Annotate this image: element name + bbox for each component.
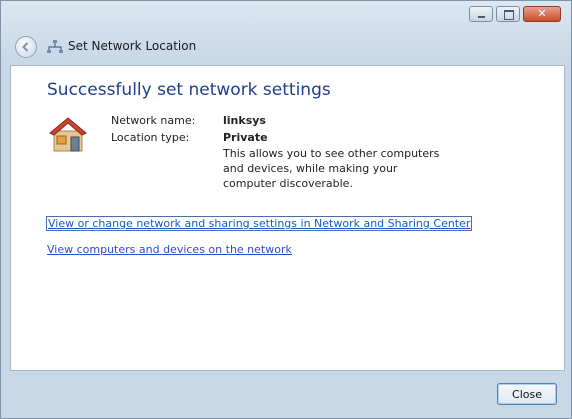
location-type-row: Location type: Private <box>111 129 443 146</box>
title-bar[interactable]: ✕ Set Network Location <box>1 1 571 65</box>
caption-buttons: ✕ <box>469 6 561 22</box>
home-network-icon <box>49 117 87 152</box>
dialog-window: ✕ Set Network Location Successfully set … <box>0 0 572 419</box>
location-type-label: Location type: <box>111 131 190 144</box>
location-description: This allows you to see other computers a… <box>223 147 440 190</box>
back-arrow-icon <box>22 42 29 52</box>
minimize-icon <box>470 7 492 21</box>
back-button[interactable] <box>15 36 37 58</box>
close-icon: ✕ <box>537 7 547 20</box>
sharing-center-link[interactable]: View or change network and sharing setti… <box>45 216 473 231</box>
network-name-label: Network name: <box>111 114 196 127</box>
network-name-value: linksys <box>223 114 266 127</box>
window-title: Set Network Location <box>68 39 197 53</box>
content-panel: Successfully set network settings Networ… <box>10 65 565 371</box>
maximize-button[interactable] <box>496 6 520 22</box>
location-type-value: Private <box>223 131 268 144</box>
minimize-button[interactable] <box>469 6 493 22</box>
network-name-row: Network name: linksys <box>111 112 443 129</box>
network-info: Network name: linksys Location type: Pri… <box>111 112 443 191</box>
close-button[interactable]: Close <box>497 383 557 405</box>
maximize-icon <box>497 7 519 21</box>
view-computers-link[interactable]: View computers and devices on the networ… <box>47 243 292 256</box>
close-window-button[interactable]: ✕ <box>523 6 561 22</box>
network-icon <box>47 40 63 53</box>
page-heading: Successfully set network settings <box>47 80 331 100</box>
